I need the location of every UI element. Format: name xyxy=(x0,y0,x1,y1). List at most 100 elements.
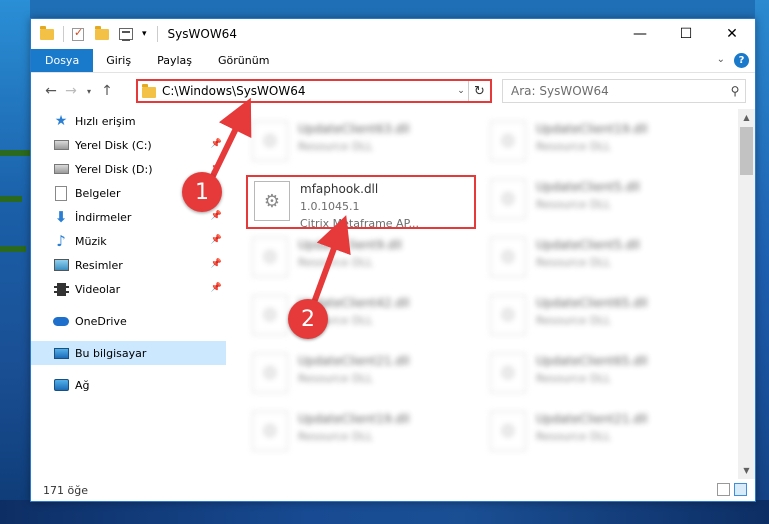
pin-icon[interactable]: 📌 xyxy=(211,259,222,269)
desktop-background-right xyxy=(755,0,769,524)
new-folder-icon[interactable] xyxy=(94,25,110,42)
navigation-bar: ← → ▾ ↑ C:\Windows\SysWOW64 ⌄ ↻ ⚲ xyxy=(31,73,755,109)
properties-check-icon[interactable] xyxy=(70,26,86,42)
folder-icon xyxy=(39,25,55,42)
pin-icon[interactable]: 📌 xyxy=(211,211,222,221)
recent-locations-dropdown[interactable]: ▾ xyxy=(87,87,91,96)
forward-button[interactable]: → xyxy=(61,83,81,99)
maximize-button[interactable]: ☐ xyxy=(663,19,709,49)
file-version: 1.0.1045.1 xyxy=(300,200,360,213)
file-description: Resource DLL xyxy=(298,372,373,385)
explorer-window: ▾ SysWOW64 — ☐ ✕ Dosya Giriş Paylaş Görü… xyxy=(30,18,756,502)
help-button[interactable]: ? xyxy=(734,53,749,68)
sidebar-item-label: OneDrive xyxy=(75,314,127,328)
sidebar-item-local-disk-c[interactable]: Yerel Disk (C:) 📌 xyxy=(31,133,226,157)
quick-access-toolbar-dropdown[interactable]: ▾ xyxy=(142,29,147,39)
item-count: 171 öğe xyxy=(43,483,88,497)
address-path[interactable]: C:\Windows\SysWOW64 xyxy=(162,84,454,98)
file-item[interactable]: ⚙ UpdateClient65.dll Resource DLL xyxy=(484,349,714,403)
file-item[interactable]: ⚙ UpdateClient42.dll Resource DLL xyxy=(246,291,476,345)
dll-file-icon: ⚙ xyxy=(252,237,288,277)
address-bar[interactable]: C:\Windows\SysWOW64 ⌄ ↻ xyxy=(136,79,492,103)
dll-file-icon: ⚙ xyxy=(490,295,526,335)
sidebar-item-label: Belgeler xyxy=(75,186,121,200)
divider xyxy=(156,26,158,42)
minimize-button[interactable]: — xyxy=(617,19,663,49)
search-box[interactable]: ⚲ xyxy=(502,79,746,103)
expand-ribbon-icon[interactable]: ⌄ xyxy=(717,54,725,65)
palm-leaf xyxy=(0,246,26,252)
properties-icon[interactable] xyxy=(118,26,134,42)
pin-icon[interactable]: 📌 xyxy=(211,163,222,173)
vertical-scrollbar[interactable]: ▲ ▼ xyxy=(738,109,755,479)
tab-view[interactable]: Görünüm xyxy=(205,49,282,72)
file-name: UpdateClient19.dll xyxy=(298,412,410,426)
file-name: UpdateClient63.dll xyxy=(298,122,410,136)
file-item[interactable]: ⚙ UpdateClient19.dll Resource DLL xyxy=(484,117,714,171)
large-icons-view-icon[interactable] xyxy=(734,483,747,496)
document-icon xyxy=(53,185,69,201)
sidebar-item-videos[interactable]: Videolar 📌 xyxy=(31,277,226,301)
sidebar-item-network[interactable]: Ağ xyxy=(31,373,226,397)
file-name: UpdateClient21.dll xyxy=(298,354,410,368)
file-list: ⚙ UpdateClient63.dll Resource DLL ⚙ Updat… xyxy=(226,109,741,479)
file-item[interactable]: ⚙ UpdateClient19.dll Resource DLL xyxy=(246,407,476,461)
up-button[interactable]: ↑ xyxy=(97,83,117,99)
palm-leaf xyxy=(0,150,30,156)
scroll-thumb[interactable] xyxy=(740,127,753,175)
sidebar-item-label: Yerel Disk (C:) xyxy=(75,138,152,152)
file-item[interactable]: ⚙ UpdateClient65.dll Resource DLL xyxy=(484,291,714,345)
scroll-down-icon[interactable]: ▼ xyxy=(738,462,755,479)
file-description: Resource DLL xyxy=(536,198,611,211)
sidebar-item-music[interactable]: ♪ Müzik 📌 xyxy=(31,229,226,253)
sidebar-item-label: Ağ xyxy=(75,378,90,392)
divider xyxy=(63,26,64,42)
search-icon[interactable]: ⚲ xyxy=(725,84,745,98)
file-item[interactable]: ⚙ UpdateClient21.dll Resource DLL xyxy=(484,407,714,461)
sidebar-item-onedrive[interactable]: OneDrive xyxy=(31,309,226,333)
dll-file-icon: ⚙ xyxy=(252,411,288,451)
pin-icon[interactable]: 📌 xyxy=(211,235,222,245)
music-icon: ♪ xyxy=(56,232,66,250)
cloud-icon xyxy=(53,313,69,329)
view-switcher xyxy=(717,483,747,496)
file-item[interactable]: ⚙ UpdateClient5.dll Resource DLL xyxy=(484,175,714,229)
close-button[interactable]: ✕ xyxy=(709,19,755,49)
file-description: Resource DLL xyxy=(298,140,373,153)
file-name: UpdateClient9.dll xyxy=(298,238,402,252)
tab-home[interactable]: Giriş xyxy=(93,49,144,72)
file-item[interactable]: ⚙ UpdateClient9.dll Resource DLL xyxy=(246,233,476,287)
dll-file-icon: ⚙ xyxy=(490,353,526,393)
refresh-button[interactable]: ↻ xyxy=(468,81,490,101)
tab-share[interactable]: Paylaş xyxy=(144,49,205,72)
details-view-icon[interactable] xyxy=(717,483,730,496)
dll-file-icon: ⚙ xyxy=(490,121,526,161)
back-button[interactable]: ← xyxy=(41,83,61,99)
search-input[interactable] xyxy=(511,84,725,98)
file-item-mfaphook[interactable]: ⚙ mfaphook.dll 1.0.1045.1 Citrix Metaframe… xyxy=(246,175,476,230)
file-description: Resource DLL xyxy=(536,256,611,269)
file-name: UpdateClient5.dll xyxy=(536,238,640,252)
pictures-icon xyxy=(53,257,69,273)
tab-file[interactable]: Dosya xyxy=(31,49,94,72)
file-description: Resource DLL xyxy=(298,256,373,269)
sidebar-item-quick-access[interactable]: ★ Hızlı erişim xyxy=(31,109,226,133)
ribbon-tabs: Dosya Giriş Paylaş Görünüm ⌄ ? xyxy=(31,49,755,73)
file-description: Resource DLL xyxy=(536,372,611,385)
desktop-background-left xyxy=(0,0,30,524)
file-item[interactable]: ⚙ UpdateClient21.dll Resource DLL xyxy=(246,349,476,403)
dll-file-icon: ⚙ xyxy=(490,411,526,451)
file-item[interactable]: ⚙ UpdateClient5.dll Resource DLL xyxy=(484,233,714,287)
file-item[interactable]: ⚙ UpdateClient63.dll Resource DLL xyxy=(246,117,476,171)
file-description: Resource DLL xyxy=(298,430,373,443)
pin-icon[interactable]: 📌 xyxy=(211,283,222,293)
dll-file-icon: ⚙ xyxy=(252,295,288,335)
download-icon: ⬇ xyxy=(54,208,68,226)
scroll-up-icon[interactable]: ▲ xyxy=(738,109,755,126)
address-dropdown-icon[interactable]: ⌄ xyxy=(454,86,468,96)
pin-icon[interactable]: 📌 xyxy=(211,139,222,149)
file-name: mfaphook.dll xyxy=(300,182,379,196)
dll-file-icon: ⚙ xyxy=(490,179,526,219)
sidebar-item-this-pc[interactable]: Bu bilgisayar xyxy=(31,341,226,365)
sidebar-item-pictures[interactable]: Resimler 📌 xyxy=(31,253,226,277)
